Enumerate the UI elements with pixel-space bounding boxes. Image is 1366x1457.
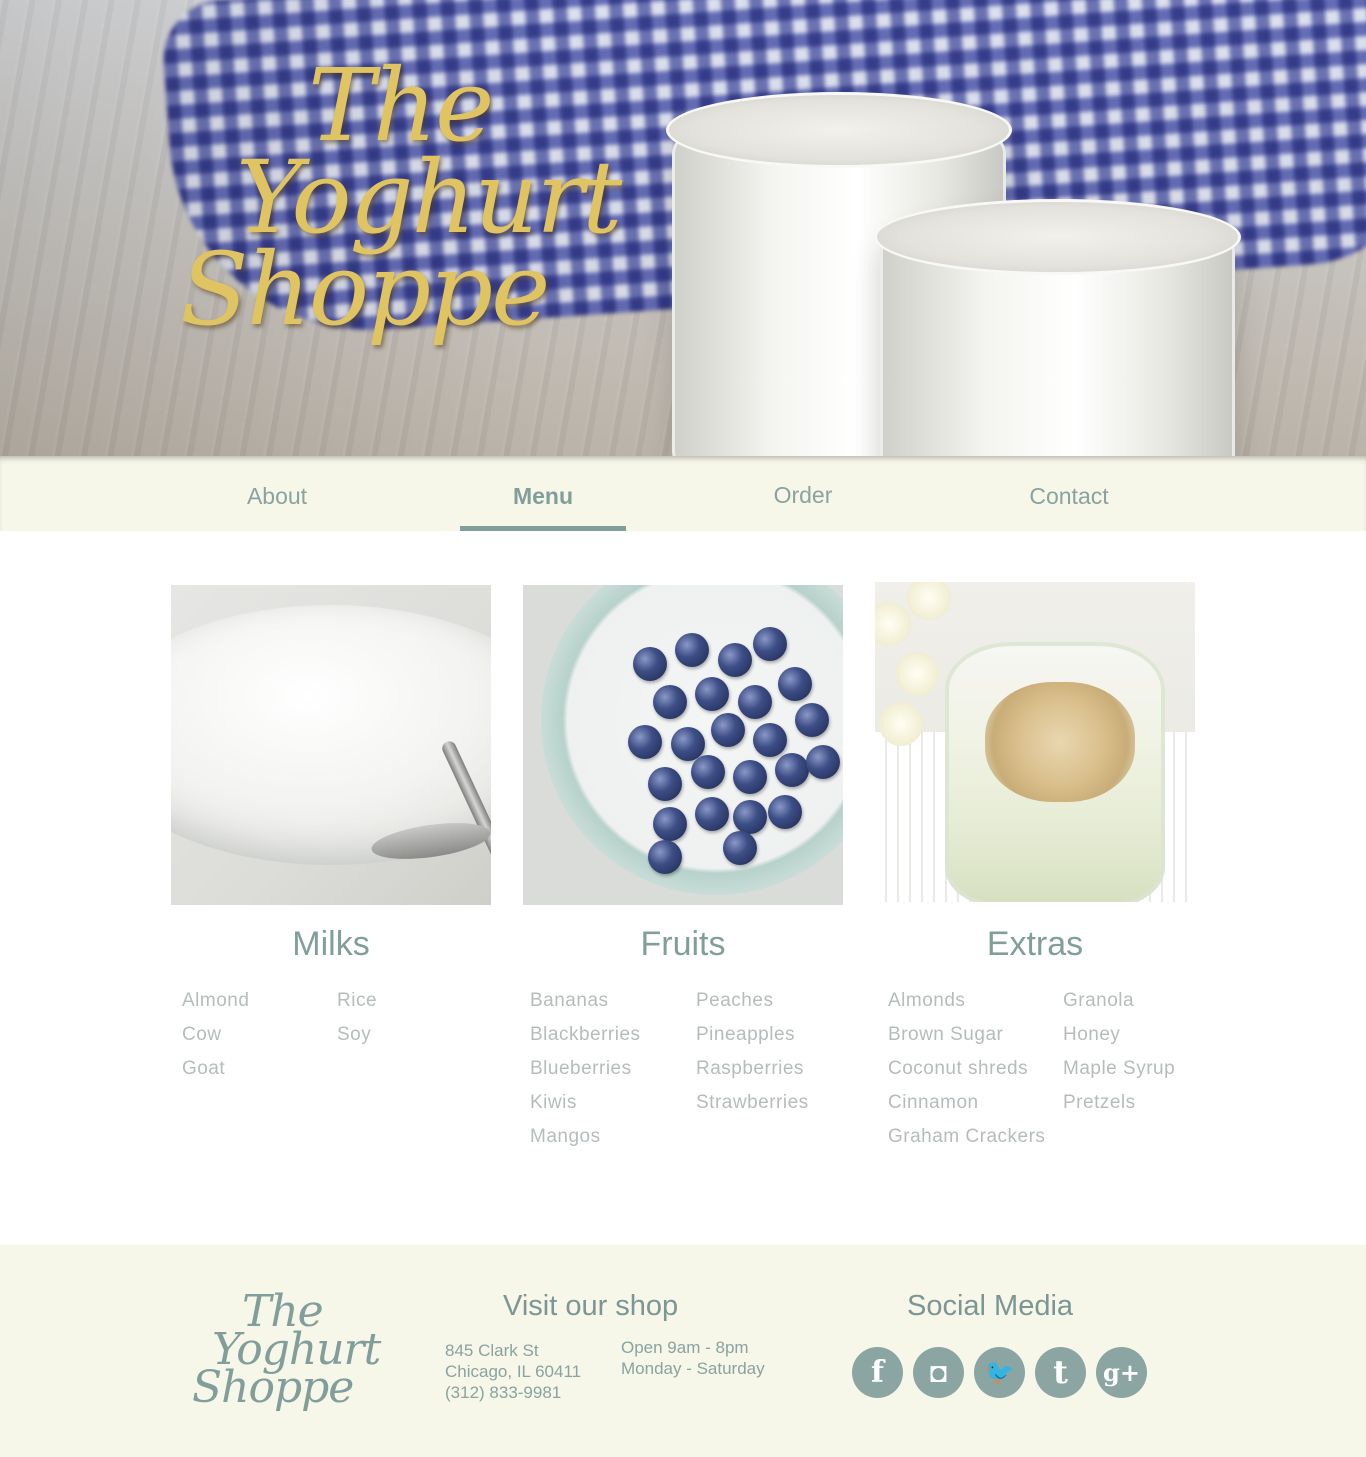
menu-section-milks: Milks Almond Cow Goat Rice Soy xyxy=(171,585,491,1079)
tumblr-icon[interactable]: t xyxy=(1035,1347,1086,1398)
address-line: Chicago, IL 60411 xyxy=(445,1362,582,1381)
shop-address: 845 Clark St Chicago, IL 60411 (312) 833… xyxy=(445,1340,581,1403)
google-plus-icon[interactable]: g+ xyxy=(1096,1347,1147,1398)
footer-logo[interactable]: The Yoghurt Shoppe xyxy=(192,1290,402,1410)
list-item: Bananas xyxy=(530,990,609,1011)
visit-heading: Visit our shop xyxy=(503,1290,679,1322)
footer: The Yoghurt Shoppe Visit our shop 845 Cl… xyxy=(0,1245,1366,1457)
extras-list-left: Almonds Brown Sugar Coconut shreds Cinna… xyxy=(888,984,1063,1154)
list-item: Almond xyxy=(182,990,250,1011)
facebook-icon[interactable]: f xyxy=(852,1347,903,1398)
list-item: Pineapples xyxy=(696,1024,796,1045)
list-item: Peaches xyxy=(696,990,774,1011)
nav-order[interactable]: Order xyxy=(720,456,886,531)
extras-list-right: Granola Honey Maple Syrup Pretzels xyxy=(1063,984,1198,1120)
hero-logo-title: The Yoghurt Shoppe xyxy=(178,56,698,348)
nav-contact[interactable]: Contact xyxy=(986,456,1152,531)
menu-section-fruits: Fruits Bananas Blackberries Blueberries … xyxy=(523,585,843,1147)
list-item: Graham Crackers xyxy=(888,1126,1046,1147)
list-item: Rice xyxy=(337,990,378,1011)
hero-banner: The Yoghurt Shoppe xyxy=(0,0,1366,456)
list-item: Kiwis xyxy=(530,1092,577,1113)
instagram-icon[interactable]: ◘ xyxy=(913,1347,964,1398)
shop-hours: Open 9am - 8pm Monday - Saturday xyxy=(621,1337,765,1379)
phone-number: (312) 833-9981 xyxy=(445,1383,562,1402)
milks-list-right: Rice Soy xyxy=(337,984,487,1052)
list-item: Honey xyxy=(1063,1024,1121,1045)
hero-title-line: Shoppe xyxy=(180,231,550,348)
list-item: Goat xyxy=(182,1058,226,1079)
section-title: Milks xyxy=(292,925,370,963)
list-item: Strawberries xyxy=(696,1092,809,1113)
list-item: Cow xyxy=(182,1024,222,1045)
list-item: Brown Sugar xyxy=(888,1024,1004,1045)
milks-list-left: Almond Cow Goat xyxy=(182,984,332,1086)
list-item: Raspberries xyxy=(696,1058,804,1079)
list-item: Almonds xyxy=(888,990,966,1011)
hours-line: Monday - Saturday xyxy=(621,1359,765,1378)
twitter-icon[interactable]: 🐦 xyxy=(974,1347,1025,1398)
fruits-photo xyxy=(523,585,843,905)
nav-menu[interactable]: Menu xyxy=(460,456,626,531)
menu-section-extras: Extras Almonds Brown Sugar Coconut shred… xyxy=(875,582,1195,1147)
section-title: Extras xyxy=(986,925,1084,963)
list-item: Cinnamon xyxy=(888,1092,979,1113)
social-heading: Social Media xyxy=(907,1290,1074,1322)
hours-line: Open 9am - 8pm xyxy=(621,1338,749,1357)
address-line: 845 Clark St xyxy=(445,1341,539,1360)
list-item: Blackberries xyxy=(530,1024,641,1045)
list-item: Mangos xyxy=(530,1126,601,1147)
list-item: Coconut shreds xyxy=(888,1058,1029,1079)
fruits-list-right: Peaches Pineapples Raspberries Strawberr… xyxy=(696,984,846,1120)
fruits-list-left: Bananas Blackberries Blueberries Kiwis M… xyxy=(530,984,690,1154)
list-item: Pretzels xyxy=(1063,1092,1136,1113)
main-nav: About Menu Order Contact xyxy=(0,456,1366,531)
extras-photo xyxy=(875,582,1195,902)
nav-about[interactable]: About xyxy=(194,456,360,531)
milks-photo xyxy=(171,585,491,905)
list-item: Blueberries xyxy=(530,1058,632,1079)
section-title: Fruits xyxy=(640,925,726,963)
list-item: Maple Syrup xyxy=(1063,1058,1176,1079)
list-item: Soy xyxy=(337,1024,372,1045)
list-item: Granola xyxy=(1063,990,1135,1011)
